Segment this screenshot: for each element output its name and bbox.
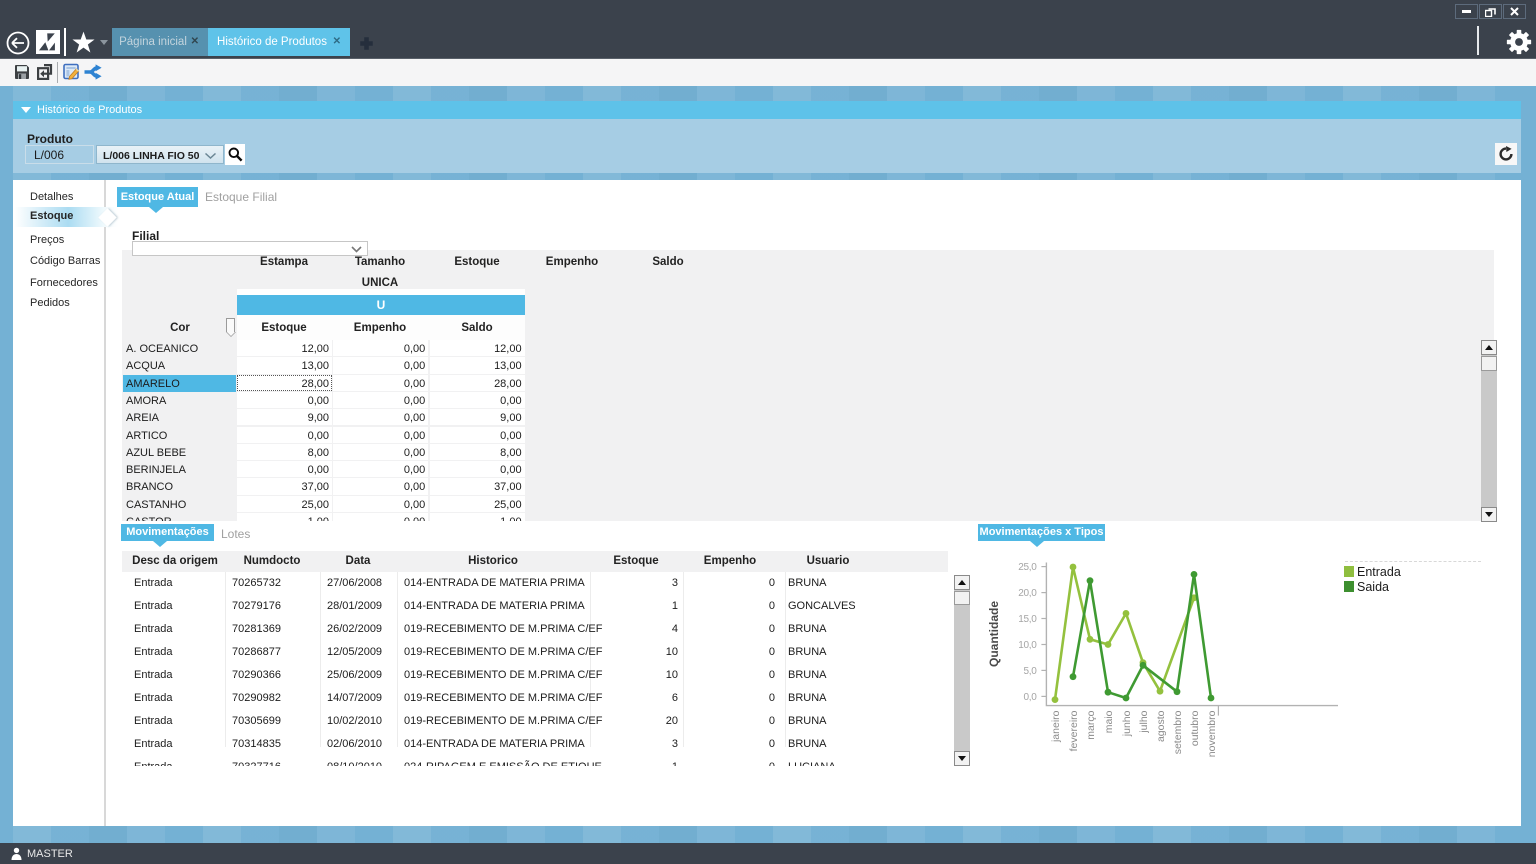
svg-text:15,0: 15,0	[1018, 614, 1037, 625]
svg-text:setembro: setembro	[1172, 710, 1184, 754]
svg-text:20,0: 20,0	[1018, 588, 1037, 599]
svg-text:junho: junho	[1121, 710, 1133, 737]
svg-text:25,0: 25,0	[1018, 562, 1037, 573]
svg-text:10,0: 10,0	[1018, 640, 1037, 651]
svg-text:março: março	[1085, 710, 1097, 739]
svg-text:Quantidade: Quantidade	[987, 601, 1001, 667]
svg-text:janeiro: janeiro	[1050, 710, 1062, 743]
svg-text:maio: maio	[1103, 710, 1115, 733]
svg-text:0,0: 0,0	[1023, 692, 1037, 703]
svg-text:agosto: agosto	[1155, 710, 1167, 742]
svg-text:outubro: outubro	[1189, 710, 1201, 746]
svg-text:fevereiro: fevereiro	[1068, 710, 1080, 751]
svg-text:julho: julho	[1138, 710, 1150, 733]
svg-text:novembro: novembro	[1206, 710, 1218, 757]
svg-text:5,0: 5,0	[1023, 666, 1037, 677]
